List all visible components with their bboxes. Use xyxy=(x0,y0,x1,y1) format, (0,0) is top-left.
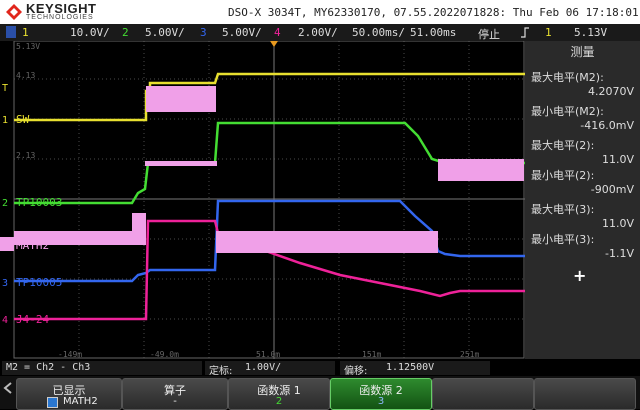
ch2-ground-marker[interactable]: 2 xyxy=(2,198,8,209)
trigger-position-marker[interactable] xyxy=(270,41,278,47)
sw-label: SW xyxy=(16,113,30,126)
ch2-scale[interactable]: 5.00V/ xyxy=(145,26,185,39)
ch4-scale[interactable]: 2.00V/ xyxy=(298,26,338,39)
ch4-ground-marker[interactable]: 4 xyxy=(2,315,8,326)
ch3-scale[interactable]: 5.00V/ xyxy=(222,26,262,39)
softkey-bar: 已显示 MATH2 算子 - 函数源 1 2 函数源 2 3 xyxy=(0,376,640,410)
source1-softkey[interactable]: 函数源 1 2 xyxy=(228,378,330,410)
horizontal-delay[interactable]: 51.00ms xyxy=(410,26,456,39)
x-label-4: 151m xyxy=(362,350,381,359)
measurement-title: 测量 xyxy=(570,45,595,59)
source2-value: 3 xyxy=(377,396,385,407)
meas-label-2: 最小电平(M2): xyxy=(531,105,604,118)
model-info: DSO-X 3034T, MY62330170, 07.55.202207182… xyxy=(228,6,640,19)
ch3-number[interactable]: 3 xyxy=(200,26,207,39)
math2-label: MATH2 xyxy=(16,239,49,252)
offset-value: 1.12500V xyxy=(386,362,435,373)
ch1-ground-marker[interactable]: 1 xyxy=(2,115,8,126)
operator-value: - xyxy=(173,396,177,407)
trigger-level[interactable]: 5.13V xyxy=(574,26,607,39)
displayed-checkbox-icon xyxy=(47,397,58,408)
meas-value-2: -416.0mV xyxy=(580,119,634,132)
x-label-2: -49.0m xyxy=(150,350,179,359)
meas-value-3: 11.0V xyxy=(601,153,634,166)
empty-softkey-6[interactable] xyxy=(534,378,636,410)
operator-softkey[interactable]: 算子 - xyxy=(122,378,228,410)
brand-subtitle: TECHNOLOGIES xyxy=(26,14,94,21)
tp10005-label: TP10005 xyxy=(16,276,62,289)
back-arrow-icon[interactable] xyxy=(2,380,14,406)
scale-status: 定标: 1.00V/ xyxy=(205,361,335,377)
math-definition: M2 = Ch2 - Ch3 xyxy=(2,361,202,375)
ch2-number[interactable]: 2 xyxy=(122,26,129,39)
run-state[interactable]: 停止 xyxy=(478,26,500,42)
meas-label-5: 最大电平(3): xyxy=(531,203,595,216)
trigger-edge-icon xyxy=(521,27,529,38)
waveform-svg[interactable]: 5.13V 4.13 2.13 -149m -49.0m 51.0m 151m … xyxy=(0,40,525,359)
ch3-ground-marker[interactable]: 3 xyxy=(2,278,8,289)
meas-label-3: 最大电平(2): xyxy=(531,139,595,152)
ch4-number[interactable]: 4 xyxy=(274,26,281,39)
empty-softkey-5[interactable] xyxy=(432,378,534,410)
meas-label-1: 最大电平(M2): xyxy=(531,71,604,84)
channel-toolbar: 1 10.0V/ 2 5.00V/ 3 5.00V/ 4 2.00V/ 50.0… xyxy=(0,24,640,41)
ch1-color-chip xyxy=(6,26,16,38)
x-label-1: -149m xyxy=(58,350,82,359)
x-label-5: 251m xyxy=(460,350,479,359)
meas-label-6: 最小电平(3): xyxy=(531,233,595,246)
timebase-scale[interactable]: 50.00ms/ xyxy=(352,26,405,39)
displayed-softkey[interactable]: 已显示 MATH2 xyxy=(16,378,122,410)
keysight-logo-icon xyxy=(6,4,22,20)
source2-softkey[interactable]: 函数源 2 3 xyxy=(330,378,432,410)
meas-value-6: -1.1V xyxy=(605,247,634,260)
displayed-value: MATH2 xyxy=(63,396,98,407)
math2-trace xyxy=(14,86,524,253)
ch1-scale[interactable]: 10.0V/ xyxy=(70,26,110,39)
waveform-display[interactable]: 5.13V 4.13 2.13 -149m -49.0m 51.0m 151m … xyxy=(0,40,525,359)
meas-value-4: -900mV xyxy=(590,183,634,196)
meas-value-5: 11.0V xyxy=(601,217,634,230)
meas-label-4: 最小电平(2): xyxy=(531,169,595,182)
y-label-1: 4.13 xyxy=(16,71,35,80)
source1-value: 2 xyxy=(275,396,283,407)
trigger-channel[interactable]: 1 xyxy=(545,26,552,39)
ch1-trace xyxy=(14,72,525,122)
math2-marker[interactable] xyxy=(0,237,14,251)
math-definition-text: M2 = Ch2 - Ch3 xyxy=(6,362,91,373)
title-bar: KEYSIGHT TECHNOLOGIES DSO-X 3034T, MY623… xyxy=(0,0,640,24)
ch1-number[interactable]: 1 xyxy=(22,26,29,39)
scale-label: 定标: xyxy=(209,366,233,377)
offset-status: 偏移: 1.12500V xyxy=(340,361,490,377)
scale-value: 1.00V/ xyxy=(245,362,282,373)
x-label-3: 51.0m xyxy=(256,350,280,359)
j4-24-label: J4-24 xyxy=(16,313,49,326)
offset-label: 偏移: xyxy=(344,366,368,377)
y-label-2: 2.13 xyxy=(16,151,35,160)
add-measurement-button[interactable]: + xyxy=(573,266,586,285)
trigger-level-marker[interactable]: T xyxy=(2,83,8,94)
scale-top-label: 5.13V xyxy=(16,42,40,51)
measurement-panel: 测量 最大电平(M2): 4.2070V 最小电平(M2): -416.0mV … xyxy=(525,41,640,359)
tp10003-label: TP10003 xyxy=(16,196,62,209)
meas-value-1: 4.2070V xyxy=(587,85,634,98)
